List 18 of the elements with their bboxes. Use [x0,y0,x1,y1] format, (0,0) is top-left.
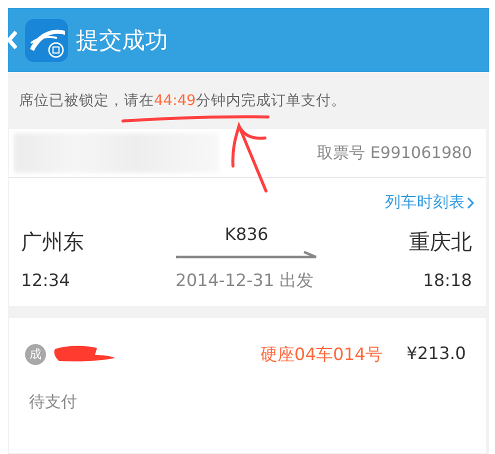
train-number: K836 [224,225,268,245]
departure-date: 2014-12-31 出发 [176,270,315,292]
chevron-right-icon [467,196,474,208]
badge: 成 [25,344,46,364]
payment-notice: 席位已被锁定，请在44:49分钟内完成订单支付。 [19,92,346,110]
ticket-price: ¥213.0 [406,344,466,364]
arrival-time: 18:18 [423,270,472,290]
pickup-number: 取票号 E991061980 [317,142,472,164]
departure-time: 12:34 [21,270,70,290]
annotation-arrow [231,124,268,192]
page-title: 提交成功 [76,26,168,56]
payment-status: 待支付 [28,391,78,413]
departure-station: 广州东 [21,229,84,256]
app-logo-icon [25,18,68,62]
seat-info: 硬座04车014号 [260,344,383,366]
timetable-link[interactable]: 列车时刻表 [385,192,474,213]
arrival-station: 重庆北 [409,229,472,256]
back-icon[interactable] [8,30,17,50]
